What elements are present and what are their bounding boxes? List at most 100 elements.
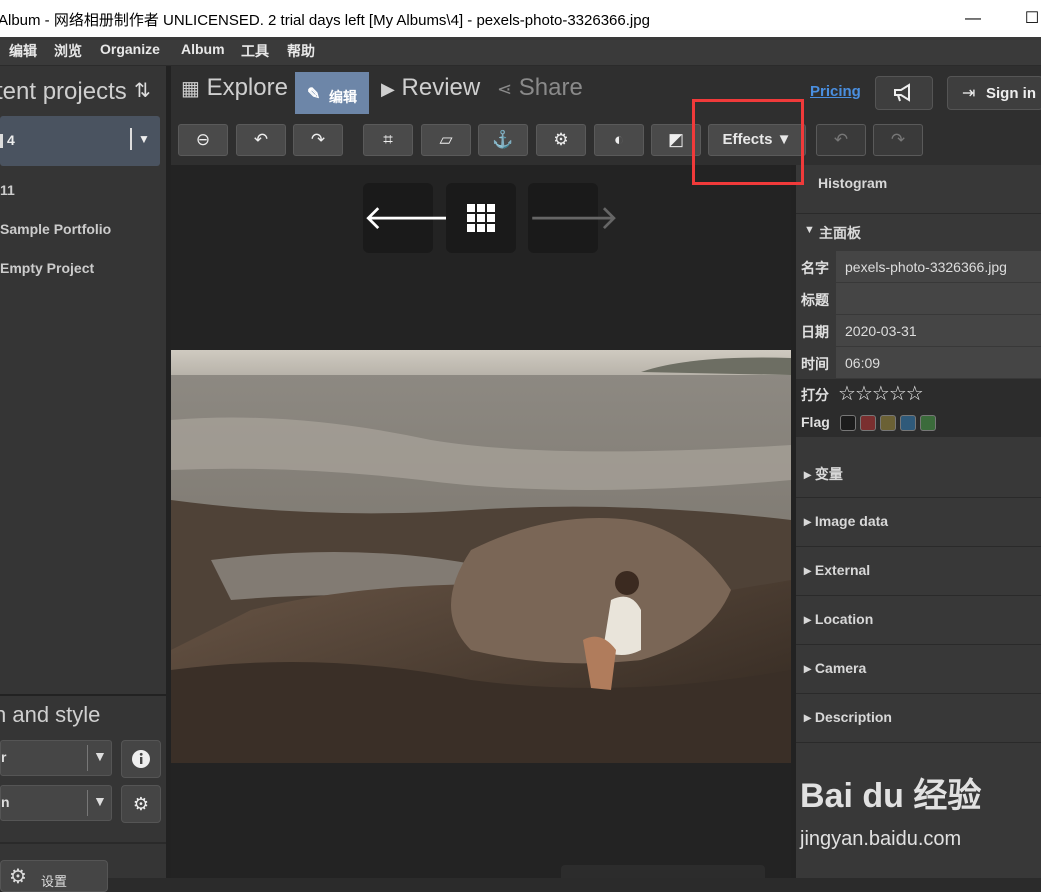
prop-row-name: 名字 pexels-photo-3326366.jpg [796, 251, 1041, 283]
flag-swatch[interactable] [840, 415, 856, 431]
style-settings-button[interactable]: ⚙ [121, 785, 161, 823]
exposure-icon: ◩ [667, 130, 685, 149]
rotate-right-button[interactable]: ↷ [293, 124, 343, 156]
external-section[interactable]: ▸ External [796, 547, 1041, 596]
theme-combo[interactable]: r ▼ [0, 740, 112, 776]
info-button[interactable] [121, 740, 161, 778]
project-item[interactable]: Empty Project [0, 260, 94, 276]
redo-icon: ↷ [890, 130, 906, 149]
arrow-right-icon: 🡒 [528, 199, 620, 237]
straighten-button[interactable]: ⚓ [478, 124, 528, 156]
divider [0, 694, 166, 696]
redo-button[interactable]: ↷ [873, 124, 923, 156]
variables-label: 变量 [814, 466, 843, 482]
prop-key: 时间 [801, 356, 829, 372]
announcements-button[interactable] [875, 76, 933, 110]
tab-review-label: Review [401, 74, 481, 101]
grid-view-button[interactable] [446, 183, 516, 253]
camera-section[interactable]: ▸ Camera [796, 645, 1041, 694]
pricing-link[interactable]: Pricing [810, 83, 861, 100]
tab-explore[interactable]: ▦ Explore [181, 74, 288, 102]
star-icon[interactable]: ☆ [889, 383, 907, 405]
previous-photo-button[interactable]: 🡐 [363, 183, 454, 253]
section-label: ▸ Image data [804, 513, 889, 529]
undo-icon: ↶ [833, 130, 849, 149]
watermark-brand: Bai du 经验 [800, 777, 982, 815]
tab-share-label: Share [518, 74, 583, 101]
projects-panel: tent projects ⇅ 4 ▼ 11 Sample Portfolio … [0, 66, 166, 892]
menu-organize[interactable]: Organize [100, 41, 160, 57]
prop-value: 2020-03-31 [845, 323, 917, 339]
undo-button[interactable]: ↶ [816, 124, 866, 156]
chevron-down-icon[interactable]: ▼ [138, 132, 150, 146]
rotate-left-icon: ↶ [253, 130, 269, 149]
sign-in-button[interactable]: ⇥ Sign in [947, 76, 1041, 110]
photo-preview [171, 350, 791, 763]
menu-edit[interactable]: 编辑 [9, 41, 37, 61]
watermark-url: jingyan.baidu.com [800, 828, 962, 850]
window-title: Album - 网络相册制作者 UNLICENSED. 2 trial days… [0, 12, 650, 29]
flag-swatch[interactable] [920, 415, 936, 431]
project-marker [0, 134, 3, 148]
image-data-section[interactable]: ▸ Image data [796, 498, 1041, 547]
description-section[interactable]: ▸ Description [796, 694, 1041, 743]
contrast-button[interactable]: ◐ [594, 124, 644, 156]
prop-value: 06:09 [845, 355, 881, 371]
menu-album[interactable]: Album [181, 41, 225, 57]
star-icon[interactable]: ☆ [855, 383, 873, 405]
rotate-left-button[interactable]: ↶ [236, 124, 286, 156]
perspective-button[interactable]: ▱ [421, 124, 471, 156]
menu-tools[interactable]: 工具 [241, 41, 269, 61]
histogram-section[interactable]: Histogram [796, 165, 1041, 214]
minimize-button[interactable]: — [953, 0, 993, 37]
sign-in-label: Sign in [986, 85, 1036, 102]
title-field[interactable] [836, 283, 1041, 314]
megaphone-icon [894, 83, 910, 102]
prop-key: 名字 [801, 260, 829, 276]
tab-edit[interactable]: ✎ 编辑 [295, 72, 369, 114]
settings-label: 设置 [41, 874, 68, 889]
layout-combo[interactable]: n ▼ [0, 785, 112, 821]
flag-swatch[interactable] [880, 415, 896, 431]
flag-swatch[interactable] [860, 415, 876, 431]
prop-key: 日期 [801, 324, 829, 340]
location-section[interactable]: ▸ Location [796, 596, 1041, 645]
project-item[interactable]: Sample Portfolio [0, 221, 111, 237]
settings-button[interactable]: ⚙ 设置 [0, 860, 108, 892]
crop-button[interactable]: ⌗ [363, 124, 413, 156]
chevron-down-icon[interactable]: ▼ [93, 793, 107, 809]
variables-section[interactable]: ▸ 变量 [796, 449, 1041, 498]
combo-separator [87, 790, 88, 816]
menu-browse[interactable]: 浏览 [54, 41, 82, 61]
rating-flag-block: 打分 ☆☆☆☆☆ Flag [796, 379, 1041, 437]
next-photo-button[interactable]: 🡒 [528, 183, 619, 253]
chevron-down-icon[interactable]: ▼ [93, 748, 107, 764]
filmstrip-handle[interactable] [561, 865, 765, 878]
mode-tabs: ▦ Explore ✎ 编辑 ▶ Review ⋖ Share Pricing … [171, 66, 1041, 118]
sort-icon[interactable]: ⇅ [134, 78, 151, 103]
star-rating[interactable]: ☆☆☆☆☆ [838, 381, 924, 406]
name-field[interactable]: pexels-photo-3326366.jpg [836, 251, 1041, 282]
star-icon[interactable]: ☆ [872, 383, 890, 405]
flag-swatch[interactable] [900, 415, 916, 431]
star-icon[interactable]: ☆ [906, 383, 924, 405]
remove-button[interactable]: ⊖ [178, 124, 228, 156]
main-panel-header[interactable]: ▼ 主面板 [796, 214, 1041, 248]
combo-separator [87, 745, 88, 771]
flag-label: Flag [801, 414, 830, 430]
adjust-button[interactable]: ⚙ [536, 124, 586, 156]
project-select[interactable]: 4 ▼ [0, 116, 160, 166]
rotate-right-icon: ↷ [310, 130, 326, 149]
section-label: ▸ External [804, 562, 871, 578]
tab-review[interactable]: ▶ Review [381, 74, 480, 102]
design-style-title: n and style [0, 702, 101, 727]
time-field[interactable]: 06:09 [836, 347, 1041, 378]
date-field[interactable]: 2020-03-31 [836, 315, 1041, 346]
maximize-button[interactable]: ☐ [1012, 0, 1041, 37]
tab-share[interactable]: ⋖ Share [497, 74, 583, 102]
menu-help[interactable]: 帮助 [287, 41, 315, 61]
project-item[interactable]: 11 [0, 182, 15, 198]
prop-row-date: 日期 2020-03-31 [796, 315, 1041, 347]
prop-key: 标题 [801, 292, 829, 308]
star-icon[interactable]: ☆ [838, 383, 856, 405]
